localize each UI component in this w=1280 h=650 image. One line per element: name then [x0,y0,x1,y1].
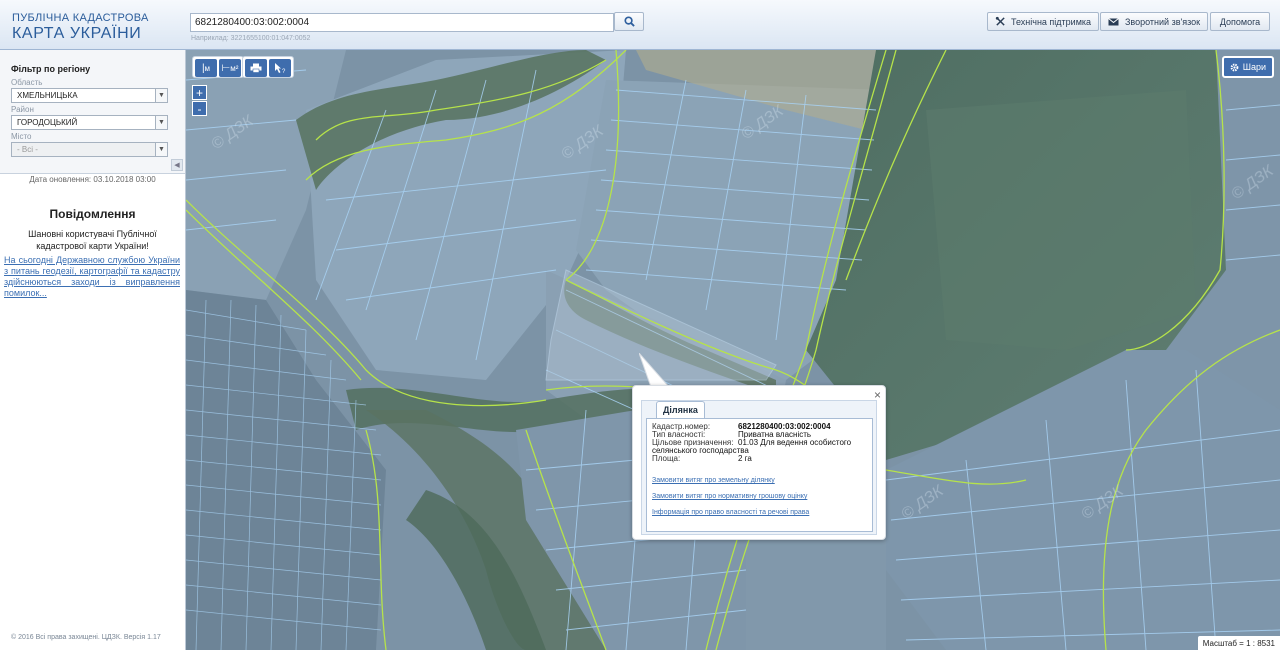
scale-indicator: Масштаб = 1 : 8531 [1197,636,1280,650]
rayon-label: Район [11,105,34,114]
oblast-select[interactable]: ХМЕЛЬНИЦЬКА ▼ [11,88,168,103]
envelope-icon [1108,17,1119,25]
search-button[interactable] [614,12,644,31]
help-label: Допомога [1219,16,1261,27]
search-hint: Наприклад: 3221655100:01:047:0052 [191,35,311,42]
area-value: 2 га [738,454,752,463]
layers-button[interactable]: Шари [1221,56,1274,78]
search-bar: Наприклад: 3221655100:01:047:0052 [190,12,644,42]
feedback-button[interactable]: Зворотний зв'язок [1100,12,1209,31]
identify-button[interactable]: ? [269,59,291,77]
rayon-value: ГОРОДОЦЬКИЙ [17,118,78,127]
area-icon: ⊢ [221,62,231,74]
order-valuation-link[interactable]: Замовити витяг про нормативну грошову оц… [652,493,867,500]
popup-pointer [639,353,669,387]
brand-subtitle: ПУБЛІЧНА КАДАСТРОВА [12,12,149,24]
city-label: Місто [11,132,32,141]
order-extract-link[interactable]: Замовити витяг про земельну ділянку [652,477,867,484]
popup-panel: Ділянка Кадастр.номер: 6821280400:03:002… [641,400,877,535]
zoom-out-button[interactable]: - [192,101,207,116]
search-input[interactable] [190,13,614,32]
measure-tools: | м ⊢ м² [192,56,244,78]
satellite-imagery: © ДЗК © ДЗК © ДЗК © ДЗК © ДЗК © ДЗК [186,50,1280,650]
measure-area-button[interactable]: ⊢ м² [219,59,241,77]
popup-content: Кадастр.номер: 6821280400:03:002:0004 Ти… [646,418,873,532]
field-label: Площа: [652,454,681,463]
support-button[interactable]: Технічна підтримка [987,12,1100,31]
measure-distance-button[interactable]: | м [195,59,217,77]
zoom-in-button[interactable]: + [192,85,207,100]
brand-title: КАРТА УКРАЇНИ [12,25,142,42]
sidebar: Фільтр по регіону Область ХМЕЛЬНИЦЬКА ▼ … [0,50,186,650]
chevron-down-icon: ▼ [155,116,167,129]
layers-label: Шари [1242,62,1266,72]
field-row: Цільове призначення: 01.03 Для ведення ос… [652,439,867,455]
oblast-value: ХМЕЛЬНИЦЬКА [17,91,78,100]
notice-title: Повідомлення [49,207,136,221]
update-date: Дата оновлення: 03.10.2018 03:00 [29,175,156,184]
oblast-label: Область [11,78,43,87]
print-button[interactable] [245,59,267,77]
map-viewport[interactable]: © ДЗК © ДЗК © ДЗК © ДЗК © ДЗК © ДЗК | м ⊢… [186,50,1280,650]
copyright: © 2016 Всі права захищені. ЦДЗК. Версія … [11,634,161,641]
ownership-info-link[interactable]: Інформація про право власності та речові… [652,509,867,516]
chevron-down-icon: ▼ [155,143,167,156]
search-icon [623,16,635,27]
parcel-popup: × Ділянка Кадастр.номер: 6821280400:03:0… [632,385,886,540]
help-button[interactable]: Допомога [1210,12,1270,31]
tab-parcel[interactable]: Ділянка [656,401,705,418]
rayon-select[interactable]: ГОРОДОЦЬКИЙ ▼ [11,115,168,130]
ruler-label: м [204,63,211,73]
collapse-sidebar-button[interactable]: ◀ [171,159,183,171]
header: ПУБЛІЧНА КАДАСТРОВА КАРТА УКРАЇНИ Наприк… [0,0,1280,50]
field-row: Площа: 2 га [652,455,867,463]
cursor-question-icon: ? [275,62,286,74]
printer-icon [250,63,262,73]
tools-icon [995,16,1005,26]
map-actions: ? [242,56,294,78]
svg-text:?: ? [282,69,286,74]
filter-title: Фільтр по регіону [11,64,91,74]
support-label: Технічна підтримка [1011,16,1092,27]
feedback-label: Зворотний зв'язок [1125,16,1201,27]
area-label: м² [230,63,239,73]
city-value: - Всі - [17,145,38,154]
gear-icon [1230,63,1239,71]
notice-body: Шановні користувачі Публічної кадастрово… [28,229,157,251]
notice-link[interactable]: На сьогодні Державною службою України з … [0,255,185,299]
city-select[interactable]: - Всі - ▼ [11,142,168,157]
region-filter: Фільтр по регіону Область ХМЕЛЬНИЦЬКА ▼ … [0,50,185,174]
chevron-down-icon: ▼ [155,89,167,102]
brand-logo[interactable]: ПУБЛІЧНА КАДАСТРОВА КАРТА УКРАЇНИ [12,12,149,43]
